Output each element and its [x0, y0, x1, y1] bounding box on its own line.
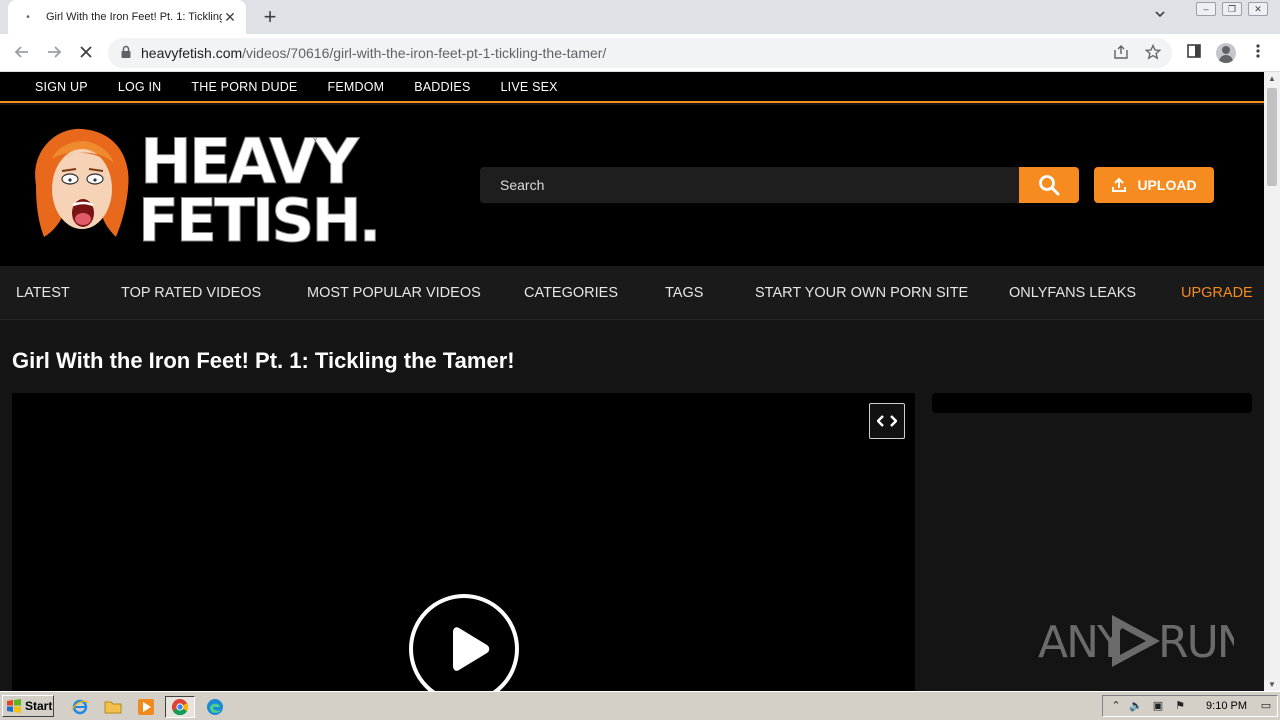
- address-bar[interactable]: heavyfetish.com/videos/70616/girl-with-t…: [108, 38, 1172, 68]
- start-label: Start: [25, 699, 53, 713]
- play-button[interactable]: [409, 594, 519, 691]
- svg-text:ANY: ANY: [1038, 617, 1124, 668]
- system-tray: ⌃ 🔈 ▣ ⚑ 9:10 PM ▭: [1102, 695, 1278, 717]
- nav-start-your-own-porn-site[interactable]: START YOUR OWN PORN SITE: [755, 285, 968, 301]
- anyrun-play-logo-icon: [1112, 615, 1160, 667]
- tab-close-icon[interactable]: ✕: [222, 9, 238, 25]
- internet-explorer-icon[interactable]: [70, 697, 90, 717]
- site-logo[interactable]: HEAVY FETISH.: [28, 123, 380, 247]
- search-icon: [1039, 175, 1060, 196]
- show-desktop-icon[interactable]: ▭: [1259, 699, 1273, 713]
- embed-code-button[interactable]: [869, 403, 905, 439]
- topnav-femdom[interactable]: FEMDOM: [327, 80, 384, 94]
- logo-face-icon: [35, 128, 129, 237]
- start-button[interactable]: Start: [2, 695, 54, 717]
- forward-button[interactable]: [44, 43, 64, 63]
- search-input[interactable]: [480, 167, 1020, 203]
- site-header: HEAVY FETISH. UPLOAD: [0, 105, 1264, 266]
- upload-icon: [1112, 177, 1127, 192]
- minimize-button[interactable]: –: [1196, 2, 1216, 16]
- page-viewport: SIGN UP LOG IN THE PORN DUDE FEMDOM BADD…: [0, 72, 1264, 691]
- nav-most-popular-videos[interactable]: MOST POPULAR VIDEOS: [307, 285, 481, 301]
- browser-tab-bar: • Girl With the Iron Feet! Pt. 1: Tickli…: [0, 0, 1280, 34]
- main-navigation: LATEST TOP RATED VIDEOS MOST POPULAR VID…: [0, 266, 1264, 320]
- topnav-sign-up[interactable]: SIGN UP: [35, 80, 88, 94]
- media-player-icon[interactable]: [136, 697, 156, 717]
- side-panel-icon[interactable]: [1184, 43, 1204, 63]
- file-explorer-icon[interactable]: [103, 697, 123, 717]
- chrome-taskbar-button[interactable]: [165, 696, 195, 718]
- scrollbar-thumb[interactable]: [1267, 88, 1277, 186]
- topnav-baddies[interactable]: BADDIES: [414, 80, 470, 94]
- browser-toolbar: heavyfetish.com/videos/70616/girl-with-t…: [0, 34, 1280, 72]
- scroll-up-icon[interactable]: ▲: [1268, 74, 1276, 83]
- topnav-live-sex[interactable]: LIVE SEX: [501, 80, 558, 94]
- nav-upgrade[interactable]: UPGRADE: [1181, 285, 1253, 301]
- tray-expand-icon[interactable]: ⌃: [1109, 699, 1123, 713]
- os-taskbar: Start ⌃ 🔈 ▣ ⚑ 9:10 PM ▭: [0, 691, 1280, 720]
- sidebar-ad-placeholder: [932, 393, 1252, 413]
- volume-icon[interactable]: 🔈: [1129, 699, 1143, 713]
- profile-avatar-icon[interactable]: [1216, 43, 1236, 63]
- browser-tab-active[interactable]: • Girl With the Iron Feet! Pt. 1: Tickli…: [8, 0, 246, 34]
- top-utility-nav: SIGN UP LOG IN THE PORN DUDE FEMDOM BADD…: [0, 72, 1264, 103]
- anyrun-watermark: ANY RUN: [1038, 615, 1234, 668]
- nav-latest[interactable]: LATEST: [16, 285, 70, 301]
- network-icon[interactable]: ▣: [1151, 699, 1165, 713]
- restore-button[interactable]: ❐: [1222, 2, 1242, 16]
- video-title: Girl With the Iron Feet! Pt. 1: Tickling…: [12, 348, 515, 373]
- stop-loading-button[interactable]: [76, 43, 96, 63]
- new-tab-button[interactable]: +: [258, 5, 282, 29]
- bookmark-star-icon[interactable]: [1144, 43, 1162, 62]
- nav-top-rated-videos[interactable]: TOP RATED VIDEOS: [121, 285, 261, 301]
- chrome-icon: [171, 698, 189, 716]
- nav-onlyfans-leaks[interactable]: ONLYFANS LEAKS: [1009, 285, 1136, 301]
- menu-kebab-icon[interactable]: [1248, 43, 1268, 63]
- topnav-the-porn-dude[interactable]: THE PORN DUDE: [191, 80, 297, 94]
- nav-tags[interactable]: TAGS: [665, 285, 703, 301]
- back-button[interactable]: [12, 43, 32, 63]
- play-icon: [453, 627, 490, 671]
- scroll-down-icon[interactable]: ▼: [1268, 680, 1276, 689]
- code-brackets-icon: [877, 415, 897, 427]
- topnav-log-in[interactable]: LOG IN: [118, 80, 162, 94]
- tab-title: Girl With the Iron Feet! Pt. 1: Tickling…: [46, 11, 222, 23]
- close-window-button[interactable]: ✕: [1248, 2, 1268, 16]
- share-icon[interactable]: [1112, 44, 1130, 62]
- lock-icon: [121, 45, 131, 58]
- windows-logo-icon: [7, 699, 21, 713]
- upload-button[interactable]: UPLOAD: [1094, 167, 1214, 203]
- url-text: heavyfetish.com/videos/70616/girl-with-t…: [141, 45, 607, 61]
- search-button[interactable]: [1019, 167, 1079, 203]
- edge-icon[interactable]: [205, 697, 225, 717]
- video-player[interactable]: [12, 393, 915, 691]
- action-center-flag-icon[interactable]: ⚑: [1173, 699, 1187, 713]
- tab-search-chevron-down-icon[interactable]: [1150, 8, 1170, 26]
- page-scrollbar[interactable]: ▲ ▼: [1264, 72, 1280, 691]
- logo-text-line2: FETISH.: [138, 186, 378, 247]
- svg-text:RUN: RUN: [1158, 617, 1234, 668]
- nav-categories[interactable]: CATEGORIES: [524, 285, 618, 301]
- upload-label: UPLOAD: [1137, 177, 1197, 193]
- taskbar-clock[interactable]: 9:10 PM: [1206, 700, 1247, 712]
- loading-favicon-icon: •: [26, 11, 30, 23]
- window-controls: – ❐ ✕: [1196, 2, 1268, 16]
